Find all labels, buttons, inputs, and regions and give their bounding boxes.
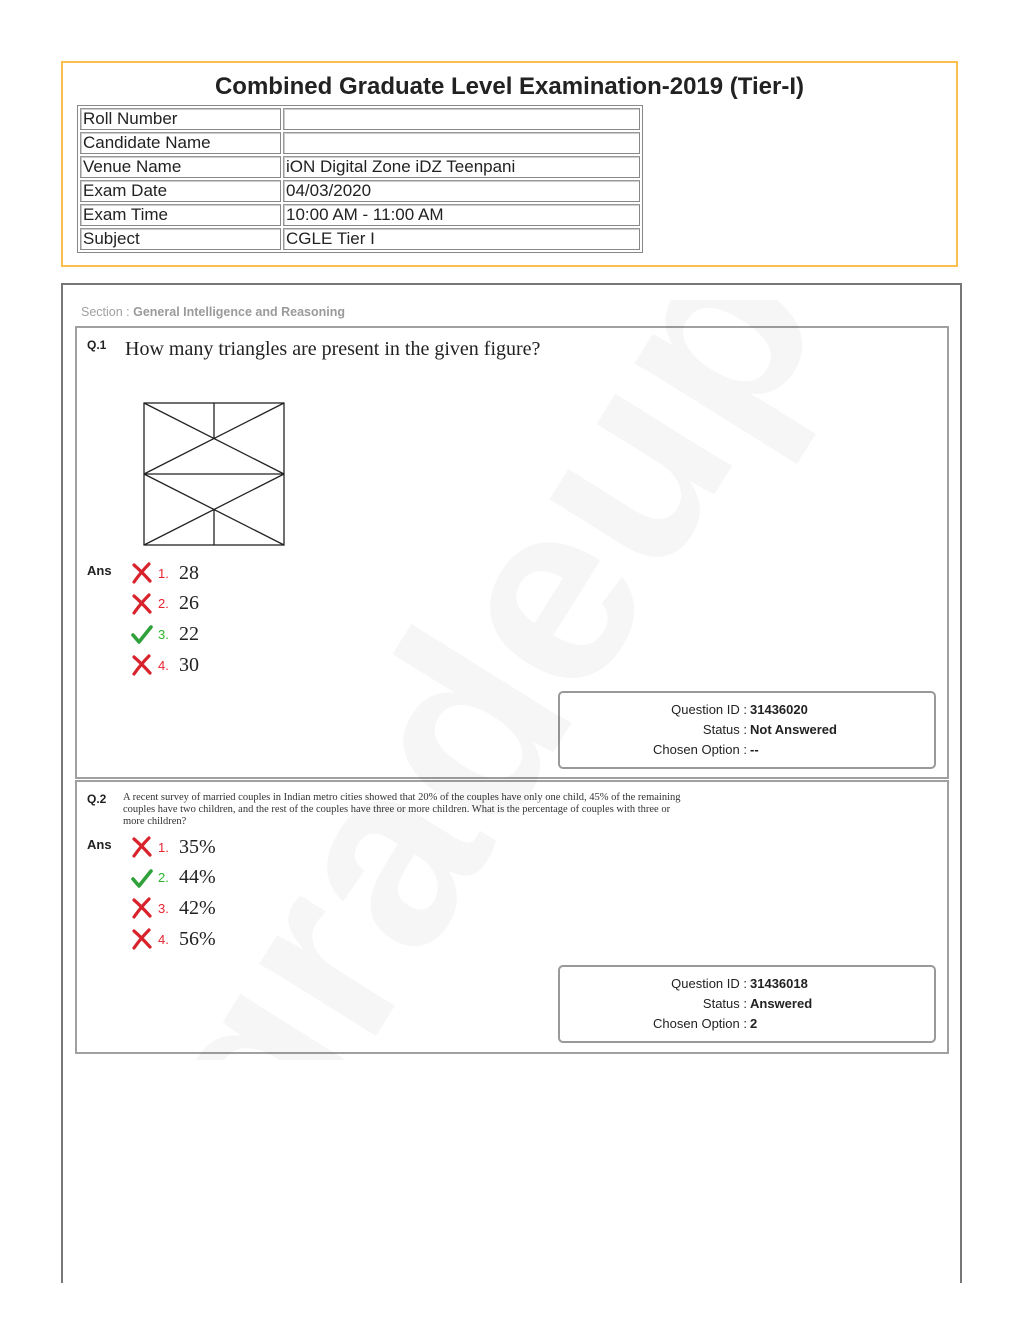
info-value: 04/03/2020 [283,180,640,202]
info-row: Venue Name iON Digital Zone iDZ Teenpani [80,156,640,178]
option-value: 44% [179,866,216,889]
question-card: Q.2 A recent survey of married couples i… [75,780,949,1054]
option-number: 3. [158,626,169,642]
info-value [283,108,640,130]
option-value: 22 [179,622,199,645]
info-value: 10:00 AM - 11:00 AM [283,204,640,226]
chosen-option-row: Chosen Option : 2 [560,1014,934,1034]
cross-icon [132,897,152,920]
status-value: Not Answered [750,722,837,737]
option-number: 3. [158,900,169,916]
exam-header: Combined Graduate Level Examination-2019… [61,61,958,267]
options-list: 1. 35% 2. 44% 3. 42% 4. 56% [131,832,216,954]
check-icon [131,869,153,888]
question-status-box: Question ID : 31436020 Status : Not Answ… [558,691,936,769]
option-number: 4. [158,657,169,673]
info-row: Roll Number [80,108,640,130]
option-item: 3. 42% [131,893,216,924]
cross-icon [132,593,152,615]
question-id-value: 31436020 [750,702,808,717]
status-value: Answered [750,996,813,1011]
option-number: 1. [158,839,169,855]
info-label: Venue Name [80,156,281,178]
status-row: Status : Not Answered [560,720,934,740]
chosen-option-label: Chosen Option : [653,1016,747,1031]
question-id-label: Question ID : [671,976,747,991]
chosen-option-label: Chosen Option : [653,742,747,757]
option-item: 4. 30 [131,650,199,681]
question-text: A recent survey of married couples in In… [123,792,681,827]
candidate-info-table: Roll Number Candidate Name Venue Name iO… [77,105,643,253]
option-value: 42% [179,896,216,919]
chosen-option-row: Chosen Option : -- [560,740,934,760]
option-value: 28 [179,561,199,584]
info-label: Roll Number [80,108,281,130]
question-status-box: Question ID : 31436018 Status : Answered… [558,965,936,1043]
option-item: 4. 56% [131,924,216,955]
cross-icon [132,654,152,676]
info-value [283,132,640,154]
info-label: Candidate Name [80,132,281,154]
question-id-row: Question ID : 31436018 [560,974,934,994]
info-value: CGLE Tier I [283,228,640,250]
question-number: Q.2 [87,792,107,806]
info-row: Exam Date 04/03/2020 [80,180,640,202]
option-number: 2. [158,596,169,612]
status-label: Status : [702,722,747,737]
triangle-figure [143,402,285,546]
option-value: 35% [179,835,216,858]
question-id-label: Question ID : [671,702,747,717]
question-id-value: 31436018 [750,976,808,991]
cross-icon [132,562,152,584]
status-label: Status : [702,996,747,1011]
info-value: iON Digital Zone iDZ Teenpani [283,156,640,178]
question-text: How many triangles are present in the gi… [125,338,541,360]
option-item: 2. 26 [131,589,199,620]
question-number: Q.1 [87,338,107,352]
option-item: 1. 35% [131,832,216,863]
exam-title: Combined Graduate Level Examination-2019… [214,73,805,100]
question-card: Q.1 How many triangles are present in th… [75,326,949,779]
option-item: 3. 22 [131,619,199,650]
questions-panel: Section : General Intelligence and Reaso… [61,283,962,1283]
option-item: 2. 44% [131,863,216,894]
cross-icon [132,836,152,858]
info-row: Subject CGLE Tier I [80,228,640,250]
option-value: 56% [179,927,216,950]
status-row: Status : Answered [560,994,934,1014]
options-list: 1. 28 2. 26 3. 22 4. 30 [131,558,199,680]
option-number: 4. [158,931,169,947]
chosen-option-value: -- [750,742,759,757]
answer-label: Ans [87,563,112,578]
option-value: 26 [179,592,199,615]
section-name: General Intelligence and Reasoning [133,305,345,319]
section-label: Section : General Intelligence and Reaso… [81,305,345,319]
answer-label: Ans [87,837,112,852]
info-label: Exam Time [80,204,281,226]
option-value: 30 [179,653,199,676]
info-row: Candidate Name [80,132,640,154]
option-item: 1. 28 [131,558,199,589]
question-id-row: Question ID : 31436020 [560,700,934,720]
info-row: Exam Time 10:00 AM - 11:00 AM [80,204,640,226]
info-label: Subject [80,228,281,250]
option-number: 1. [158,565,169,581]
section-prefix: Section : [81,305,134,319]
cross-icon [132,928,152,950]
chosen-option-value: 2 [750,1016,758,1031]
option-number: 2. [158,870,169,886]
check-icon [131,625,153,645]
info-label: Exam Date [80,180,281,202]
